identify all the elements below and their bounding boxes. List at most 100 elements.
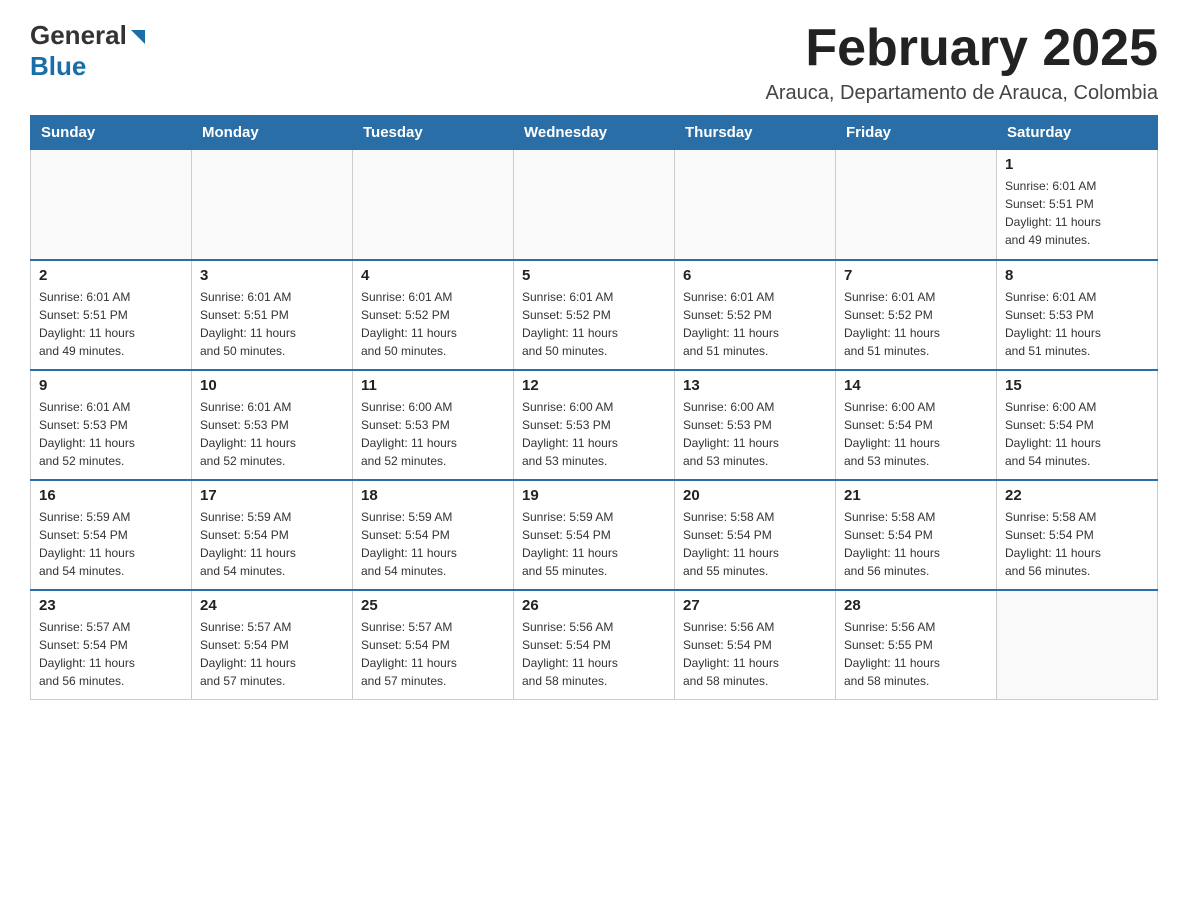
day-info: Sunrise: 5:57 AM Sunset: 5:54 PM Dayligh… bbox=[39, 618, 183, 690]
logo-general-text: General bbox=[30, 20, 127, 51]
day-info: Sunrise: 6:01 AM Sunset: 5:52 PM Dayligh… bbox=[522, 288, 666, 360]
calendar-cell: 27 Sunrise: 5:56 AM Sunset: 5:54 PM Dayli… bbox=[675, 590, 836, 700]
day-info: Sunrise: 6:01 AM Sunset: 5:51 PM Dayligh… bbox=[39, 288, 183, 360]
day-info: Sunrise: 6:00 AM Sunset: 5:53 PM Dayligh… bbox=[361, 398, 505, 470]
calendar-cell: 9Sunrise: 6:01 AM Sunset: 5:53 PM Daylig… bbox=[31, 370, 192, 480]
day-info: Sunrise: 6:01 AM Sunset: 5:52 PM Dayligh… bbox=[844, 288, 988, 360]
weekday-header-saturday: Saturday bbox=[997, 116, 1158, 150]
day-info: Sunrise: 5:59 AM Sunset: 5:54 PM Dayligh… bbox=[361, 508, 505, 580]
calendar-cell bbox=[836, 150, 997, 260]
calendar-cell bbox=[353, 150, 514, 260]
calendar-cell: 4 Sunrise: 6:01 AM Sunset: 5:52 PM Daylig… bbox=[353, 260, 514, 370]
calendar-week-row: 23 Sunrise: 5:57 AM Sunset: 5:54 PM Dayli… bbox=[31, 590, 1158, 700]
day-number: 7 bbox=[844, 267, 988, 284]
day-number: 1 bbox=[1005, 156, 1149, 173]
day-info: Sunrise: 5:59 AM Sunset: 5:54 PM Dayligh… bbox=[39, 508, 183, 580]
calendar-cell: 8 Sunrise: 6:01 AM Sunset: 5:53 PM Daylig… bbox=[997, 260, 1158, 370]
calendar-cell: 22Sunrise: 5:58 AM Sunset: 5:54 PM Dayli… bbox=[997, 480, 1158, 590]
calendar-cell: 15 Sunrise: 6:00 AM Sunset: 5:54 PM Dayli… bbox=[997, 370, 1158, 480]
day-number: 8 bbox=[1005, 267, 1149, 284]
calendar-cell bbox=[514, 150, 675, 260]
day-info: Sunrise: 6:01 AM Sunset: 5:52 PM Dayligh… bbox=[683, 288, 827, 360]
calendar-week-row: 1Sunrise: 6:01 AM Sunset: 5:51 PM Daylig… bbox=[31, 150, 1158, 260]
calendar-cell: 10 Sunrise: 6:01 AM Sunset: 5:53 PM Dayli… bbox=[192, 370, 353, 480]
day-number: 22 bbox=[1005, 487, 1149, 504]
location-title: Arauca, Departamento de Arauca, Colombia bbox=[766, 82, 1158, 105]
day-number: 2 bbox=[39, 267, 183, 284]
day-info: Sunrise: 5:59 AM Sunset: 5:54 PM Dayligh… bbox=[522, 508, 666, 580]
day-info: Sunrise: 5:56 AM Sunset: 5:54 PM Dayligh… bbox=[683, 618, 827, 690]
day-number: 4 bbox=[361, 267, 505, 284]
calendar-cell: 20 Sunrise: 5:58 AM Sunset: 5:54 PM Dayli… bbox=[675, 480, 836, 590]
day-number: 20 bbox=[683, 487, 827, 504]
calendar-cell: 25 Sunrise: 5:57 AM Sunset: 5:54 PM Dayli… bbox=[353, 590, 514, 700]
calendar-cell: 5 Sunrise: 6:01 AM Sunset: 5:52 PM Daylig… bbox=[514, 260, 675, 370]
day-info: Sunrise: 6:00 AM Sunset: 5:54 PM Dayligh… bbox=[1005, 398, 1149, 470]
weekday-header-row: SundayMondayTuesdayWednesdayThursdayFrid… bbox=[31, 116, 1158, 150]
calendar-cell: 3 Sunrise: 6:01 AM Sunset: 5:51 PM Daylig… bbox=[192, 260, 353, 370]
day-number: 23 bbox=[39, 597, 183, 614]
day-number: 12 bbox=[522, 377, 666, 394]
calendar-cell: 2 Sunrise: 6:01 AM Sunset: 5:51 PM Daylig… bbox=[31, 260, 192, 370]
logo-blue-text: Blue bbox=[30, 51, 86, 82]
day-info: Sunrise: 6:01 AM Sunset: 5:53 PM Dayligh… bbox=[200, 398, 344, 470]
day-info: Sunrise: 5:58 AM Sunset: 5:54 PM Dayligh… bbox=[683, 508, 827, 580]
day-info: Sunrise: 6:00 AM Sunset: 5:53 PM Dayligh… bbox=[522, 398, 666, 470]
weekday-header-wednesday: Wednesday bbox=[514, 116, 675, 150]
day-number: 25 bbox=[361, 597, 505, 614]
day-number: 18 bbox=[361, 487, 505, 504]
day-number: 5 bbox=[522, 267, 666, 284]
day-info: Sunrise: 6:01 AM Sunset: 5:52 PM Dayligh… bbox=[361, 288, 505, 360]
day-number: 16 bbox=[39, 487, 183, 504]
day-number: 21 bbox=[844, 487, 988, 504]
day-number: 3 bbox=[200, 267, 344, 284]
calendar-cell: 12 Sunrise: 6:00 AM Sunset: 5:53 PM Dayli… bbox=[514, 370, 675, 480]
calendar-week-row: 2 Sunrise: 6:01 AM Sunset: 5:51 PM Daylig… bbox=[31, 260, 1158, 370]
header: General Blue February 2025 Arauca, Depar… bbox=[30, 20, 1158, 105]
day-number: 27 bbox=[683, 597, 827, 614]
calendar-week-row: 9Sunrise: 6:01 AM Sunset: 5:53 PM Daylig… bbox=[31, 370, 1158, 480]
day-info: Sunrise: 6:01 AM Sunset: 5:53 PM Dayligh… bbox=[1005, 288, 1149, 360]
calendar-cell bbox=[31, 150, 192, 260]
calendar-table: SundayMondayTuesdayWednesdayThursdayFrid… bbox=[30, 115, 1158, 700]
day-number: 28 bbox=[844, 597, 988, 614]
calendar-cell: 14 Sunrise: 6:00 AM Sunset: 5:54 PM Dayli… bbox=[836, 370, 997, 480]
calendar-cell: 17Sunrise: 5:59 AM Sunset: 5:54 PM Dayli… bbox=[192, 480, 353, 590]
day-number: 24 bbox=[200, 597, 344, 614]
day-number: 10 bbox=[200, 377, 344, 394]
month-title: February 2025 bbox=[766, 20, 1158, 77]
weekday-header-sunday: Sunday bbox=[31, 116, 192, 150]
calendar-cell: 16 Sunrise: 5:59 AM Sunset: 5:54 PM Dayli… bbox=[31, 480, 192, 590]
day-info: Sunrise: 5:57 AM Sunset: 5:54 PM Dayligh… bbox=[361, 618, 505, 690]
title-area: February 2025 Arauca, Departamento de Ar… bbox=[766, 20, 1158, 105]
day-info: Sunrise: 6:00 AM Sunset: 5:54 PM Dayligh… bbox=[844, 398, 988, 470]
day-number: 14 bbox=[844, 377, 988, 394]
calendar-cell: 11 Sunrise: 6:00 AM Sunset: 5:53 PM Dayli… bbox=[353, 370, 514, 480]
day-info: Sunrise: 5:56 AM Sunset: 5:54 PM Dayligh… bbox=[522, 618, 666, 690]
calendar-cell: 7 Sunrise: 6:01 AM Sunset: 5:52 PM Daylig… bbox=[836, 260, 997, 370]
day-info: Sunrise: 5:56 AM Sunset: 5:55 PM Dayligh… bbox=[844, 618, 988, 690]
day-number: 17 bbox=[200, 487, 344, 504]
calendar-cell: 28 Sunrise: 5:56 AM Sunset: 5:55 PM Dayli… bbox=[836, 590, 997, 700]
weekday-header-thursday: Thursday bbox=[675, 116, 836, 150]
logo-arrow-icon bbox=[129, 28, 147, 46]
calendar-cell bbox=[192, 150, 353, 260]
day-info: Sunrise: 6:01 AM Sunset: 5:53 PM Dayligh… bbox=[39, 398, 183, 470]
day-number: 11 bbox=[361, 377, 505, 394]
calendar-cell: 18 Sunrise: 5:59 AM Sunset: 5:54 PM Dayli… bbox=[353, 480, 514, 590]
day-number: 19 bbox=[522, 487, 666, 504]
calendar-cell: 1Sunrise: 6:01 AM Sunset: 5:51 PM Daylig… bbox=[997, 150, 1158, 260]
day-number: 15 bbox=[1005, 377, 1149, 394]
calendar-cell: 24 Sunrise: 5:57 AM Sunset: 5:54 PM Dayli… bbox=[192, 590, 353, 700]
day-info: Sunrise: 5:58 AM Sunset: 5:54 PM Dayligh… bbox=[844, 508, 988, 580]
weekday-header-friday: Friday bbox=[836, 116, 997, 150]
day-info: Sunrise: 6:01 AM Sunset: 5:51 PM Dayligh… bbox=[200, 288, 344, 360]
calendar-cell bbox=[675, 150, 836, 260]
day-number: 6 bbox=[683, 267, 827, 284]
weekday-header-monday: Monday bbox=[192, 116, 353, 150]
calendar-cell: 13Sunrise: 6:00 AM Sunset: 5:53 PM Dayli… bbox=[675, 370, 836, 480]
day-info: Sunrise: 5:57 AM Sunset: 5:54 PM Dayligh… bbox=[200, 618, 344, 690]
calendar-cell: 26Sunrise: 5:56 AM Sunset: 5:54 PM Dayli… bbox=[514, 590, 675, 700]
calendar-cell: 6 Sunrise: 6:01 AM Sunset: 5:52 PM Daylig… bbox=[675, 260, 836, 370]
calendar-cell: 21 Sunrise: 5:58 AM Sunset: 5:54 PM Dayli… bbox=[836, 480, 997, 590]
